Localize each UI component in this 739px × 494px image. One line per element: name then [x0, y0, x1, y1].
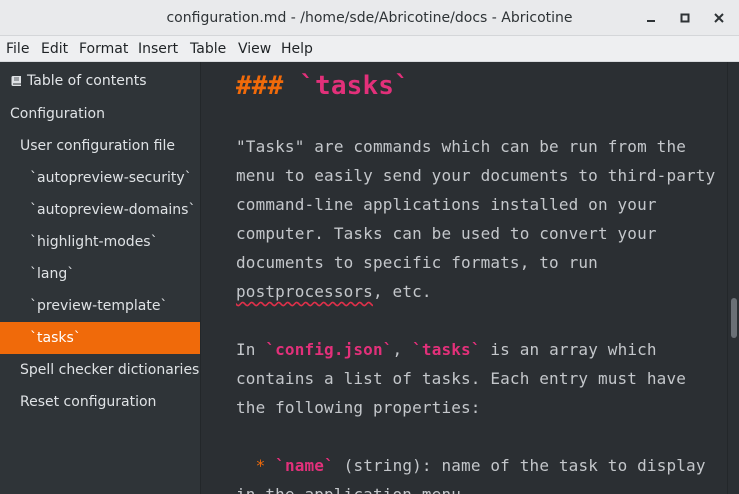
toc-item-highlight-modes[interactable]: `highlight-modes` [0, 226, 200, 258]
list-line-1: * `name` (string): name of the task to d… [236, 455, 706, 477]
para2-text-a: In [236, 340, 266, 359]
toc-item-autopreview-domains[interactable]: `autopreview-domains` [0, 194, 200, 226]
inline-code-name: `name` [275, 456, 334, 475]
toc-item-preview-template[interactable]: `preview-template` [0, 290, 200, 322]
list-line-2: in the application menu [236, 484, 461, 494]
title-bar: configuration.md - /home/sde/Abricotine/… [0, 0, 739, 36]
toc-header-label: Table of contents [27, 73, 147, 89]
para1-line-1: "Tasks" are commands which can be run fr… [236, 137, 687, 156]
para2-line-2: contains a list of tasks. Each entry mus… [236, 369, 687, 388]
heading-hash: ### [236, 71, 284, 101]
para2-text-b: , [392, 340, 413, 359]
close-button[interactable] [709, 8, 729, 28]
toc-item-tasks[interactable]: `tasks` [0, 322, 200, 354]
minimize-icon [647, 20, 655, 22]
para1-line-6-rest: , etc. [372, 282, 432, 301]
list-line-1-rest: (string): name of the task to display [333, 456, 706, 475]
scrollbar-thumb[interactable] [731, 298, 737, 338]
table-of-contents-pane: Table of contents Configuration User con… [0, 62, 201, 494]
toc-item-user-configuration-file[interactable]: User configuration file [0, 130, 200, 162]
toc-item-lang[interactable]: `lang` [0, 258, 200, 290]
menu-bar: File Edit Format Insert Table View Help [0, 36, 739, 62]
para2-line-1: In `config.json`, `tasks` is an array wh… [236, 339, 657, 361]
para1-line-2: menu to easily send your documents to th… [236, 166, 716, 185]
menu-view[interactable]: View [238, 36, 271, 62]
maximize-button[interactable] [675, 8, 695, 28]
book-icon [11, 75, 21, 86]
toc-item-autopreview-security[interactable]: `autopreview-security` [0, 162, 200, 194]
menu-table[interactable]: Table [190, 36, 226, 62]
menu-edit[interactable]: Edit [41, 36, 68, 62]
inline-code-config-json: `config.json` [265, 340, 393, 359]
window-title: configuration.md - /home/sde/Abricotine/… [166, 10, 573, 26]
close-icon [714, 13, 724, 23]
para1-line-3: command-line applications installed on y… [236, 195, 657, 214]
misspelled-word[interactable]: postprocessors [236, 282, 373, 301]
menu-insert[interactable]: Insert [138, 36, 178, 62]
list-bullet: * [255, 456, 266, 475]
menu-format[interactable]: Format [79, 36, 128, 62]
maximize-icon [680, 13, 690, 23]
menu-help[interactable]: Help [281, 36, 313, 62]
toc-item-spell-checker-dictionaries[interactable]: Spell checker dictionaries [0, 354, 200, 386]
markdown-editor[interactable]: ### `tasks` "Tasks" are commands which c… [202, 62, 727, 494]
para1-line-6: postprocessors, etc. [236, 281, 432, 303]
para2-line-3: the following properties: [236, 398, 481, 417]
toc-item-configuration[interactable]: Configuration [0, 98, 200, 130]
para1-line-5: documents to specific formats, to run [236, 253, 598, 272]
heading-line: ### `tasks` [236, 69, 410, 103]
toc-header: Table of contents [10, 72, 147, 90]
para2-text-c: is an array which [480, 340, 657, 359]
menu-file[interactable]: File [6, 36, 29, 62]
heading-code: `tasks` [299, 71, 410, 101]
inline-code-tasks: `tasks` [412, 340, 481, 359]
minimize-button[interactable] [641, 8, 661, 28]
para1-line-4: computer. Tasks can be used to convert y… [236, 224, 657, 243]
editor-scrollbar[interactable] [727, 62, 739, 494]
toc-item-reset-configuration[interactable]: Reset configuration [0, 386, 200, 418]
